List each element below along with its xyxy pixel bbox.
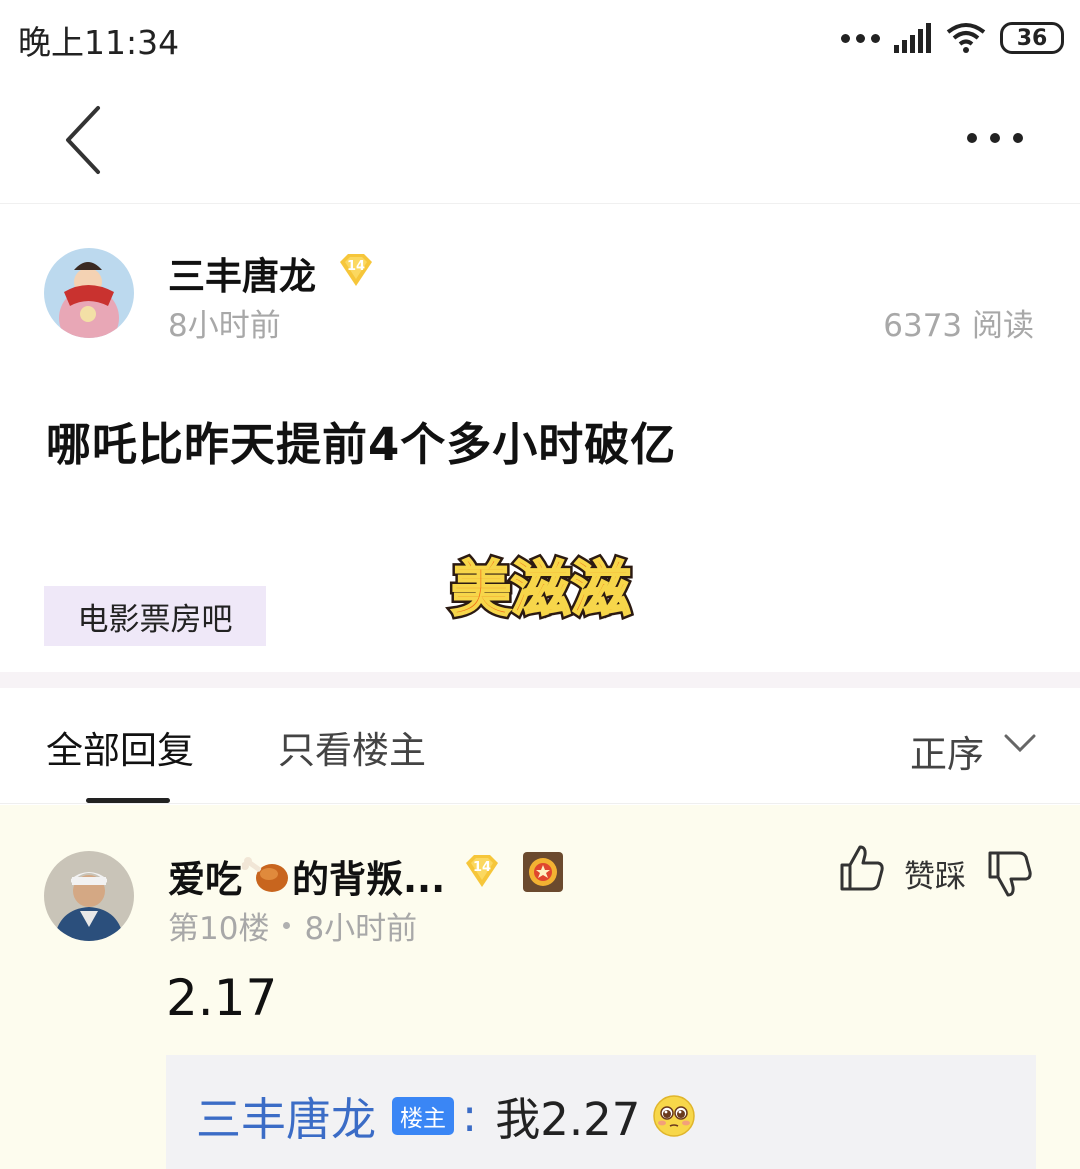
notification-dots-icon [841,33,880,43]
sub-reply-author[interactable]: 三丰唐龙 [196,1083,376,1148]
reply-time: 8小时前 [304,911,418,947]
reply-tabs: 全部回复 只看楼主 正序 [0,688,1080,804]
more-dot-icon [967,133,977,143]
more-options-button[interactable] [960,118,1030,158]
author-name[interactable]: 三丰唐龙 [168,246,316,300]
more-dot-icon [990,133,1000,143]
svg-text:14: 14 [473,860,491,875]
section-divider [0,672,1080,688]
reply-author-name-prefix: 爱吃 [168,858,242,901]
post-time: 8小时前 [168,308,281,344]
sub-reply[interactable]: 三丰唐龙 楼主 : 我2.27 [166,1055,1036,1169]
sort-dropdown[interactable]: 正序 [910,724,984,778]
medal-icon [523,852,563,892]
owner-badge: 楼主 [392,1096,455,1135]
post-title: 哪吒比昨天提前4个多小时破亿 [46,418,677,471]
tab-owner-only[interactable]: 只看楼主 [278,720,426,774]
reply-meta: 第10楼 8小时前 [168,903,417,948]
sub-reply-line: 三丰唐龙 楼主 : 我2.27 [196,1083,696,1148]
active-tab-indicator [86,798,170,803]
nav-bar [0,78,1080,204]
drumstick-emoji-icon [242,857,288,892]
tab-all-replies[interactable]: 全部回复 [46,720,194,774]
vote-label: 赞踩 [904,859,966,895]
sub-reply-colon: : [462,1089,478,1142]
more-dot-icon [1013,133,1023,143]
reply-avatar[interactable] [44,851,134,941]
level-badge-icon: 14 [466,855,498,887]
forum-tag[interactable]: 电影票房吧 [44,586,266,646]
reply-author-name[interactable]: 爱吃 的背叛... [168,849,445,903]
thumbs-up-icon[interactable] [838,843,886,893]
status-time: 晚上11:34 [18,23,180,62]
reply-content: 2.17 [166,969,278,1027]
back-button[interactable] [50,100,120,180]
sticker-image: 美滋滋 美滋滋 [448,552,635,629]
thumbs-down-icon[interactable] [986,849,1034,899]
signal-icon [894,23,931,53]
chevron-left-icon [66,106,100,174]
chevron-down-icon[interactable] [1002,728,1038,758]
battery-indicator: 36 [1000,22,1064,54]
svg-text:美滋滋: 美滋滋 [451,555,631,625]
pleading-face-emoji-icon [653,1094,696,1137]
sub-reply-text: 我2.27 [495,1093,641,1146]
status-bar: 晚上11:34 36 [0,0,1080,78]
reply-author-name-suffix: 的背叛... [292,858,446,901]
level-badge-icon: 14 [340,254,372,286]
separator-dot [283,922,291,929]
status-icons: 36 [841,18,1064,58]
floor-number: 第10楼 [168,911,270,947]
author-avatar[interactable] [44,248,134,338]
svg-text:14: 14 [347,259,365,274]
wifi-icon [946,23,986,53]
read-count: 6373 阅读 [883,308,1034,344]
reply-item: 爱吃 的背叛... 14 第10楼 8小时前 赞踩 2.17 三丰唐龙 楼主:… [0,805,1080,1169]
